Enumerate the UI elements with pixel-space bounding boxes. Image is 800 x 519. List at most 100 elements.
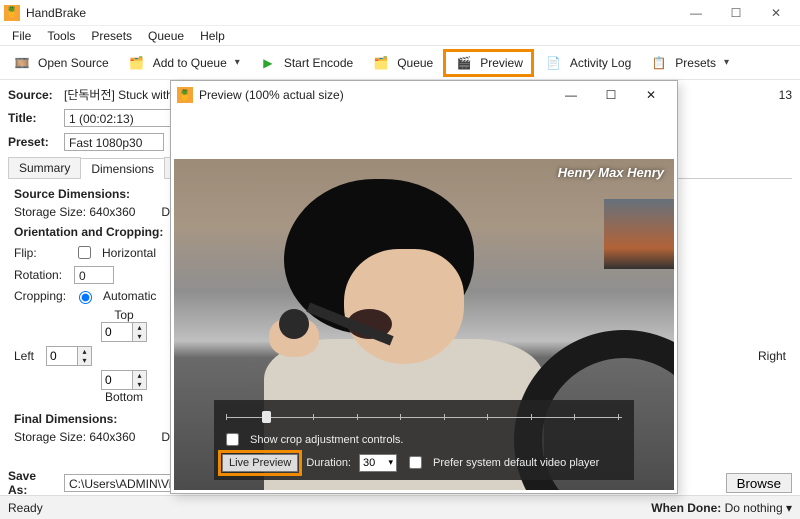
when-done-label: When Done: [651,501,721,515]
app-title: HandBrake [26,6,676,20]
log-icon: 📄 [544,53,564,73]
crop-top-label: Top [94,308,154,322]
tab-dimensions[interactable]: Dimensions [80,158,165,179]
preset-dropdown[interactable]: Fast 1080p30 (Modi... [64,133,164,151]
toolbar: 🎞️ Open Source 🗂️ Add to Queue ▾ ▶ Start… [0,46,800,80]
crop-left-label: Left [14,349,38,363]
save-as-label: Save As: [8,469,58,497]
queue-button[interactable]: 🗂️ Queue [363,49,441,77]
preview-titlebar: 🍍 Preview (100% actual size) — ☐ ✕ [171,81,677,109]
open-source-button[interactable]: 🎞️ Open Source [4,49,117,77]
preview-image: Henry Max Henry [174,159,674,490]
flip-label: Flip: [14,246,66,260]
rotation-dropdown[interactable]: 0 [74,266,114,284]
person-hand [269,317,319,357]
crop-top-value[interactable] [102,323,132,341]
show-crop-checkbox[interactable] [226,433,239,446]
preview-icon: 🎬 [454,53,474,73]
source-storage: Storage Size: 640x360 [14,205,135,219]
preview-watermark: Henry Max Henry [558,165,664,180]
open-source-label: Open Source [38,56,109,70]
chevron-down-icon: ▾ [388,457,393,468]
preview-close-button[interactable]: ✕ [631,88,671,102]
app-icon: 🍍 [4,5,20,21]
save-as-value: C:\Users\ADMIN\Vide [69,477,185,491]
preview-minimize-button[interactable]: — [551,88,591,102]
menu-tools[interactable]: Tools [39,27,83,45]
title-value: 1 (00:02:13) [69,112,134,126]
preview-label: Preview [480,56,523,70]
source-trailing: 13 [779,88,792,102]
film-icon: 🎞️ [12,53,32,73]
source-value: [단독버전] Stuck with U [64,86,185,103]
activity-log-button[interactable]: 📄 Activity Log [536,49,639,77]
cropping-auto-radio[interactable] [79,291,92,304]
cropping-label: Cropping: [14,289,66,303]
flip-horizontal-label: Horizontal [102,246,156,260]
add-queue-icon: 🗂️ [127,53,147,73]
menubar: File Tools Presets Queue Help [0,26,800,46]
preview-title: Preview (100% actual size) [199,88,551,102]
close-button[interactable]: ✕ [756,0,796,26]
when-done-dropdown[interactable]: Do nothing ▾ [725,501,792,515]
source-label: Source: [8,88,58,102]
play-icon: ▶ [258,53,278,73]
add-queue-label: Add to Queue [153,56,227,70]
prefer-default-label: Prefer system default video player [433,457,599,469]
person-face [344,249,464,364]
start-encode-button[interactable]: ▶ Start Encode [250,49,361,77]
preset-value: Fast 1080p30 (Modi... [69,136,142,151]
cropping-auto-label: Automatic [103,289,156,303]
chevron-down-icon: ▾ [724,57,729,68]
preview-window: 🍍 Preview (100% actual size) — ☐ ✕ Henry… [170,80,678,494]
prefer-default-checkbox[interactable] [409,456,422,469]
start-encode-label: Start Encode [284,56,353,70]
queue-icon: 🗂️ [371,53,391,73]
title-dropdown[interactable]: 1 (00:02:13) [64,109,184,127]
live-preview-button[interactable]: Live Preview [222,454,298,472]
crop-right-label: Right [758,349,786,363]
rotation-value: 0 [79,269,86,283]
statusbar: Ready When Done: Do nothing ▾ [0,495,800,519]
chevron-down-icon: ▾ [235,57,240,68]
menu-queue[interactable]: Queue [140,27,192,45]
tab-summary[interactable]: Summary [8,157,81,178]
duration-label: Duration: [306,457,351,469]
titlebar: 🍍 HandBrake — ☐ ✕ [0,0,800,26]
person-hair [284,179,474,334]
preview-maximize-button[interactable]: ☐ [591,88,631,102]
background-skyline [604,199,674,269]
preset-label: Preset: [8,135,58,149]
menu-help[interactable]: Help [192,27,233,45]
presets-icon: 📋 [649,53,669,73]
slider-thumb[interactable] [262,411,271,423]
crop-bottom-label: Bottom [94,390,154,404]
app-icon: 🍍 [177,87,193,103]
duration-value: 30 [363,457,375,469]
flip-horizontal-checkbox[interactable] [78,246,91,259]
maximize-button[interactable]: ☐ [716,0,756,26]
status-ready: Ready [8,501,43,515]
crop-left-value[interactable] [47,347,77,365]
presets-label: Presets [675,56,716,70]
person-mouth [347,309,392,339]
add-queue-button[interactable]: 🗂️ Add to Queue ▾ [119,49,248,77]
rotation-label: Rotation: [14,268,66,282]
crop-left-stepper[interactable]: ▴▾ [46,346,92,366]
preview-slider[interactable] [226,410,622,424]
minimize-button[interactable]: — [676,0,716,26]
crop-top-stepper[interactable]: ▴▾ [101,322,147,342]
crop-bottom-value[interactable] [102,371,132,389]
browse-button[interactable]: Browse [726,473,792,493]
crop-bottom-stepper[interactable]: ▴▾ [101,370,147,390]
activity-log-label: Activity Log [570,56,631,70]
menu-file[interactable]: File [4,27,39,45]
preview-controls: Show crop adjustment controls. Live Prev… [214,400,634,480]
menu-presets[interactable]: Presets [83,27,140,45]
presets-button[interactable]: 📋 Presets ▾ [641,49,737,77]
preview-button[interactable]: 🎬 Preview [443,49,534,77]
queue-label: Queue [397,56,433,70]
show-crop-label: Show crop adjustment controls. [250,434,403,446]
duration-dropdown[interactable]: 30 ▾ [359,454,397,472]
final-storage: Storage Size: 640x360 [14,430,135,444]
